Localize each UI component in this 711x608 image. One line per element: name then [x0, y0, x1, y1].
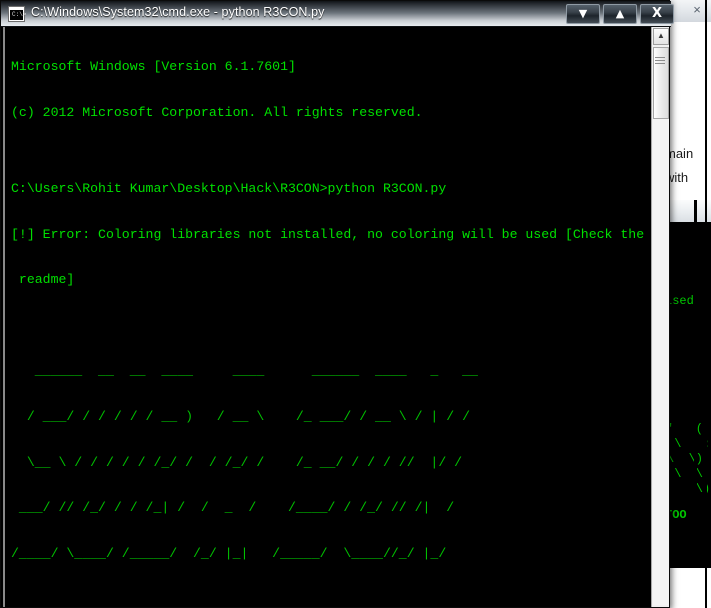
console-client-area[interactable]: Microsoft Windows [Version 6.1.7601] (c)…: [3, 27, 669, 607]
close-button[interactable]: X: [640, 4, 674, 24]
banner-r3con-line-1: / ___/ / / / / / __ ) / __ \ /_ ___/ / _…: [11, 409, 470, 425]
cmd-console-icon-prompt: C:\>: [12, 11, 27, 18]
chevron-down-icon: ▼: [578, 7, 588, 20]
maximize-button[interactable]: ▲: [603, 4, 637, 24]
background-console-body: ised ' ( \ : \ \) \ \ \) TOO: [663, 222, 711, 568]
background-lower-panel: [663, 568, 711, 608]
banner-r3con-line-0: ______ __ __ ____ ____ ______ ____ _ __: [11, 363, 478, 379]
console-line-copyright: (c) 2012 Microsoft Corporation. All righ…: [11, 105, 423, 121]
close-icon: X: [651, 6, 663, 21]
console-spacer-1: [11, 318, 651, 333]
scrollbar-up-arrow-icon[interactable]: ▲: [653, 28, 669, 45]
close-icon[interactable]: ×: [689, 2, 705, 18]
banner-r3con-line-4: /____/ \____/ /_____/ /_/ |_| /_____/ \_…: [11, 545, 470, 561]
console-output: Microsoft Windows [Version 6.1.7601] (c)…: [11, 29, 651, 607]
banner-r3con-line-3: ___/ // /_/ / / /_| / / _ / /____/ / /_/…: [11, 500, 470, 516]
console-line-error-2: readme]: [11, 272, 75, 288]
console-line-command: C:\Users\Rohit Kumar\Desktop\Hack\R3CON>…: [11, 181, 447, 197]
cmd-window[interactable]: C:\> C:\Windows\System32\cmd.exe - pytho…: [0, 0, 674, 608]
background-console-window[interactable]: ised ' ( \ : \ \) \ \ \) TOO: [663, 200, 711, 568]
window-edge-strip-outer: [705, 0, 707, 608]
cmd-console-icon: C:\>: [8, 6, 27, 22]
banner-r3con-line-2: \__ \ / / / / / /_/ / / /_/ / /_ __/ / /…: [11, 454, 470, 470]
window-edge-strip-inner: [694, 200, 697, 568]
minimize-button[interactable]: ▼: [566, 4, 600, 24]
background-console-titlebar: [663, 200, 711, 223]
background-browser-page-body: main with: [663, 62, 711, 200]
window-title: C:\Windows\System32\cmd.exe - python R3C…: [31, 5, 325, 19]
cmd-titlebar[interactable]: C:\> C:\Windows\System32\cmd.exe - pytho…: [1, 1, 674, 27]
scrollbar-grip-icon: [655, 57, 665, 64]
console-line-version: Microsoft Windows [Version 6.1.7601]: [11, 59, 296, 75]
console-scrollbar[interactable]: ▲: [651, 27, 669, 607]
cmd-console-icon-screen: C:\>: [10, 10, 27, 20]
background-browser-address-bar[interactable]: [663, 40, 711, 63]
console-line-error-1: [!] Error: Coloring libraries not instal…: [11, 226, 645, 242]
chevron-up-icon: ▲: [615, 7, 625, 20]
console-spacer-2: [11, 592, 651, 607]
background-console-ascii-art: ' ( \ : \ \) \ \ \): [667, 422, 711, 496]
screen-root: × main with ised ' ( \ : \ \) \ \ \) TOO…: [0, 0, 711, 608]
scrollbar-track[interactable]: [653, 119, 669, 605]
